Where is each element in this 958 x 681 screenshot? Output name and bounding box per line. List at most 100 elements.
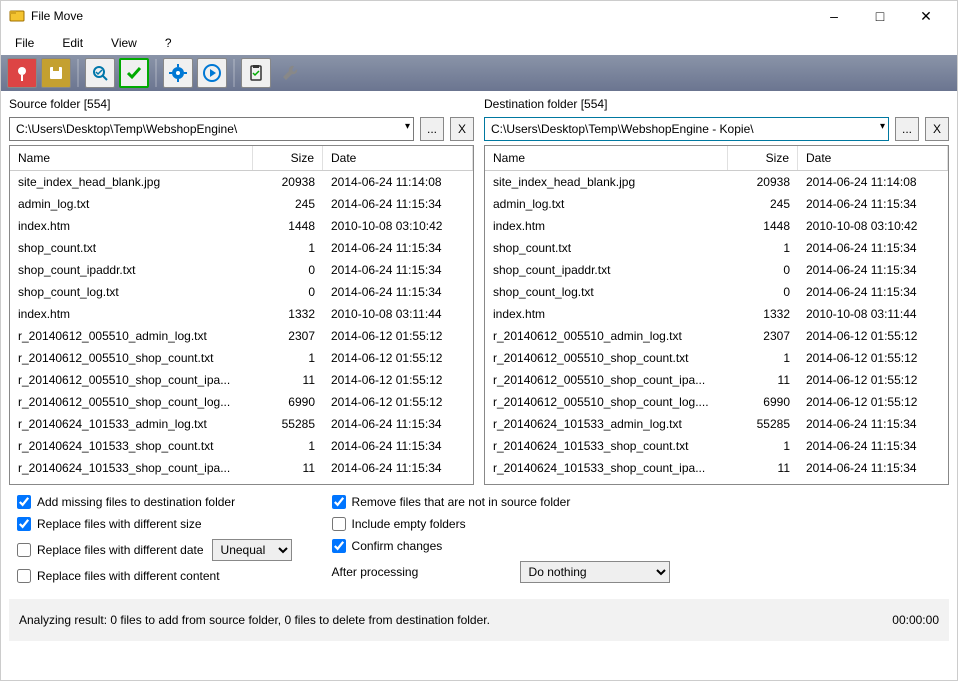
list-item[interactable]: index.htm14482010-10-08 03:10:42 [485,215,948,237]
file-name: site_index_head_blank.jpg [485,173,728,191]
label-remove-not-in-source: Remove files that are not in source fold… [352,495,571,509]
column-header-size[interactable]: Size [728,146,798,170]
file-name: r_20140624_101533_shop_count_log... [485,481,728,484]
list-item[interactable]: shop_count_log.txt02014-06-24 11:15:34 [10,281,473,303]
checkbox-add-missing[interactable] [17,495,31,509]
checkbox-replace-content[interactable] [17,569,31,583]
menu-file[interactable]: File [9,34,40,52]
file-date: 2010-10-08 03:10:42 [323,217,473,235]
status-bar: Analyzing result: 0 files to add from so… [9,599,949,641]
column-header-date[interactable]: Date [323,146,473,170]
close-button[interactable]: ✕ [903,1,949,31]
source-browse-button[interactable]: ... [420,117,444,141]
source-path-input[interactable] [9,117,414,141]
menu-edit[interactable]: Edit [56,34,89,52]
source-clear-button[interactable]: X [450,117,474,141]
toolbar-analyze-icon[interactable] [85,58,115,88]
label-add-missing: Add missing files to destination folder [37,495,235,509]
destination-clear-button[interactable]: X [925,117,949,141]
list-item[interactable]: r_20140624_101533_shop_count_log...92812… [10,479,473,484]
checkbox-include-empty[interactable] [332,517,346,531]
list-item[interactable]: r_20140612_005510_shop_count_ipa...11201… [485,369,948,391]
list-item[interactable]: shop_count_ipaddr.txt02014-06-24 11:15:3… [485,259,948,281]
file-date: 2010-10-08 03:11:44 [323,305,473,323]
list-item[interactable]: r_20140612_005510_shop_count_ipa...11201… [10,369,473,391]
list-item[interactable]: index.htm13322010-10-08 03:11:44 [10,303,473,325]
file-size: 55285 [728,415,798,433]
checkbox-remove-not-in-source[interactable] [332,495,346,509]
toolbar-gear-icon[interactable] [163,58,193,88]
checkbox-confirm[interactable] [332,539,346,553]
file-date: 2014-06-24 11:15:34 [323,437,473,455]
source-file-list[interactable]: Name Size Date site_index_head_blank.jpg… [9,145,474,485]
column-header-name[interactable]: Name [10,146,253,170]
file-date: 2014-06-24 11:15:34 [798,459,948,477]
list-item[interactable]: shop_count.txt12014-06-24 11:15:34 [485,237,948,259]
list-item[interactable]: r_20140624_101533_shop_count_ipa...11201… [10,457,473,479]
file-date: 2014-06-24 11:15:34 [798,283,948,301]
options-panel: Add missing files to destination folder … [1,485,957,591]
list-item[interactable]: index.htm14482010-10-08 03:10:42 [10,215,473,237]
destination-file-list[interactable]: Name Size Date site_index_head_blank.jpg… [484,145,949,485]
file-date: 2014-06-24 11:15:34 [323,261,473,279]
list-item[interactable]: index.htm13322010-10-08 03:11:44 [485,303,948,325]
label-replace-size: Replace files with different size [37,517,202,531]
list-item[interactable]: r_20140624_101533_admin_log.txt552852014… [10,413,473,435]
file-size: 1 [253,437,323,455]
list-item[interactable]: r_20140612_005510_shop_count.txt12014-06… [485,347,948,369]
file-date: 2014-06-24 11:15:34 [798,195,948,213]
column-header-date[interactable]: Date [798,146,948,170]
list-item[interactable]: r_20140612_005510_admin_log.txt23072014-… [10,325,473,347]
file-date: 2014-06-12 01:55:12 [323,393,473,411]
file-name: r_20140612_005510_shop_count_log... [10,393,253,411]
list-item[interactable]: admin_log.txt2452014-06-24 11:15:34 [10,193,473,215]
list-item[interactable]: r_20140624_101533_shop_count.txt12014-06… [485,435,948,457]
list-item[interactable]: admin_log.txt2452014-06-24 11:15:34 [485,193,948,215]
label-replace-date: Replace files with different date [37,543,204,557]
list-item[interactable]: shop_count.txt12014-06-24 11:15:34 [10,237,473,259]
file-date: 2014-06-24 11:15:34 [323,239,473,257]
file-size: 11 [253,459,323,477]
checkbox-replace-size[interactable] [17,517,31,531]
file-size: 6990 [728,393,798,411]
list-item[interactable]: site_index_head_blank.jpg209382014-06-24… [485,171,948,193]
file-date: 2014-06-12 01:55:12 [798,349,948,367]
list-item[interactable]: r_20140624_101533_shop_count.txt12014-06… [10,435,473,457]
select-date-mode[interactable]: Unequal [212,539,292,561]
file-name: admin_log.txt [485,195,728,213]
list-item[interactable]: shop_count_log.txt02014-06-24 11:15:34 [485,281,948,303]
toolbar-check-icon[interactable] [119,58,149,88]
file-name: admin_log.txt [10,195,253,213]
column-header-size[interactable]: Size [253,146,323,170]
file-size: 1 [253,349,323,367]
list-item[interactable]: r_20140624_101533_shop_count_ipa...11201… [485,457,948,479]
minimize-button[interactable]: – [811,1,857,31]
maximize-button[interactable]: □ [857,1,903,31]
toolbar-save-icon[interactable] [41,58,71,88]
toolbar-pin-icon[interactable] [7,58,37,88]
toolbar-clipboard-icon[interactable] [241,58,271,88]
list-item[interactable]: r_20140612_005510_shop_count_log....6990… [485,391,948,413]
destination-path-input[interactable] [484,117,889,141]
list-item[interactable]: shop_count_ipaddr.txt02014-06-24 11:15:3… [10,259,473,281]
list-item[interactable]: site_index_head_blank.jpg209382014-06-24… [10,171,473,193]
file-size: 0 [728,261,798,279]
menu-view[interactable]: View [105,34,143,52]
file-name: r_20140612_005510_shop_count_ipa... [10,371,253,389]
column-header-name[interactable]: Name [485,146,728,170]
menu-help[interactable]: ? [159,34,178,52]
list-item[interactable]: r_20140612_005510_shop_count_log...69902… [10,391,473,413]
destination-browse-button[interactable]: ... [895,117,919,141]
file-size: 1 [728,239,798,257]
file-date: 2014-06-24 11:14:08 [323,173,473,191]
file-size: 1 [728,437,798,455]
toolbar-play-icon[interactable] [197,58,227,88]
list-item[interactable]: r_20140612_005510_admin_log.txt23072014-… [485,325,948,347]
select-after-processing[interactable]: Do nothing [520,561,670,583]
list-item[interactable]: r_20140624_101533_admin_log.txt552852014… [485,413,948,435]
toolbar-wrench-icon[interactable] [275,58,305,88]
list-item[interactable]: r_20140624_101533_shop_count_log...92812… [485,479,948,484]
checkbox-replace-date[interactable] [17,543,31,557]
file-size: 1 [253,239,323,257]
list-item[interactable]: r_20140612_005510_shop_count.txt12014-06… [10,347,473,369]
